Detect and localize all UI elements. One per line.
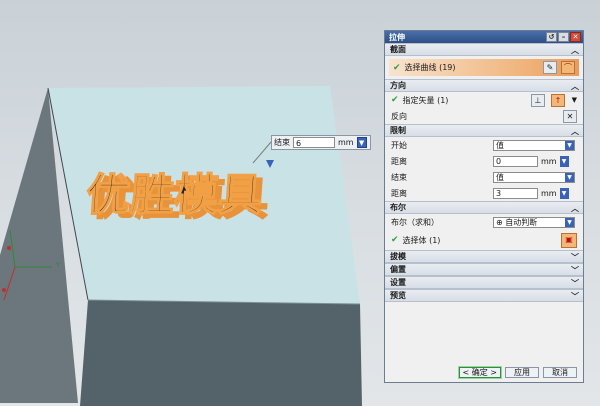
chevron-down-icon[interactable]: ▼ <box>565 217 574 227</box>
chevron-down-icon[interactable]: ▼ <box>572 96 577 104</box>
chevron-down-icon[interactable]: ﹀ <box>571 252 579 263</box>
start-distance-input[interactable]: 0 <box>493 155 538 167</box>
unit-label: mm <box>541 188 557 198</box>
section-header-section[interactable]: 截面 ︿ <box>385 43 583 56</box>
cancel-button[interactable]: 取消 <box>543 366 577 378</box>
select-body-row[interactable]: ✔ 选择体 (1) ▣ <box>385 230 583 250</box>
start-select[interactable]: 值 ▼ <box>493 139 575 151</box>
end-row: 结束 值 ▼ <box>385 169 583 185</box>
chevron-down-icon[interactable]: ▼ <box>565 140 574 150</box>
end-select[interactable]: 值 ▼ <box>493 171 575 183</box>
section-header-limits[interactable]: 限制 ︿ <box>385 124 583 137</box>
float-end-value-input[interactable]: 6 <box>293 137 335 148</box>
specify-vector-label: 指定矢量 (1) <box>402 95 449 105</box>
section-header-boolean[interactable]: 布尔 ︿ <box>385 201 583 214</box>
chevron-down-icon[interactable]: ﹀ <box>571 291 579 302</box>
start-row: 开始 值 ▼ <box>385 137 583 153</box>
boolean-auto-icon: ⊕ <box>496 217 506 227</box>
chevron-down-icon[interactable]: ﹀ <box>571 278 579 289</box>
reverse-label: 反向 <box>391 111 407 121</box>
unit-label: mm <box>541 156 557 166</box>
sketch-icon[interactable]: ✎ <box>543 61 557 74</box>
end-distance-row: 距离 3 mm ▼ <box>385 185 583 201</box>
direction-title: 方向 <box>390 81 406 90</box>
end-distance-float-input[interactable]: 结束 6 mm ▼ <box>271 135 371 150</box>
end-label: 结束 <box>391 172 407 182</box>
chevron-up-icon[interactable]: ︿ <box>571 126 579 137</box>
section-header-offset[interactable]: 偏置 ﹀ <box>385 263 583 276</box>
chevron-down-icon[interactable]: ▼ <box>559 155 569 167</box>
vector-icon[interactable]: ↑ <box>551 93 565 107</box>
chevron-down-icon[interactable]: ▼ <box>356 137 367 148</box>
chevron-up-icon[interactable]: ︿ <box>571 45 579 56</box>
boolean-title: 布尔 <box>390 203 406 212</box>
select-curve-label: 选择曲线 (19) <box>404 63 456 72</box>
minimize-icon[interactable]: – <box>558 32 569 42</box>
select-body-label: 选择体 (1) <box>402 235 441 245</box>
check-icon: ✔ <box>391 235 399 245</box>
curve-select-icon[interactable]: ⌒ <box>561 61 575 74</box>
boolean-label: 布尔（求和） <box>391 217 439 227</box>
check-icon: ✔ <box>393 62 401 73</box>
section-title: 截面 <box>390 45 406 54</box>
chevron-down-icon[interactable]: ▼ <box>565 172 574 182</box>
vector-dialog-icon[interactable]: ⊥ <box>531 93 545 107</box>
check-icon: ✔ <box>391 95 399 105</box>
section-header-draft[interactable]: 拔模 ﹀ <box>385 250 583 263</box>
float-unit-label: mm <box>338 138 354 147</box>
section-header-settings[interactable]: 设置 ﹀ <box>385 276 583 289</box>
chevron-up-icon[interactable]: ︿ <box>571 203 579 214</box>
start-distance-row: 距离 0 mm ▼ <box>385 153 583 169</box>
end-distance-input[interactable]: 3 <box>493 187 538 199</box>
start-label: 开始 <box>391 140 407 150</box>
apply-button[interactable]: 应用 <box>505 366 539 378</box>
end-distance-label: 距离 <box>391 188 407 198</box>
specify-vector-row[interactable]: ✔ 指定矢量 (1) ⊥ ↑ ▼ <box>385 92 583 108</box>
boolean-select[interactable]: ⊕ 自动判断 ▼ <box>493 216 575 228</box>
axis-y-label: Y <box>55 261 61 269</box>
dialog-title: 拉伸 <box>389 32 405 42</box>
block-front-face <box>80 300 362 406</box>
reverse-direction-icon[interactable]: ✕ <box>563 109 577 123</box>
start-distance-label: 距离 <box>391 156 407 166</box>
chevron-down-icon[interactable]: ﹀ <box>571 265 579 276</box>
section-header-preview[interactable]: 预览 ﹀ <box>385 289 583 302</box>
reverse-row: 反向 ✕ <box>385 108 583 124</box>
extruded-text[interactable]: 优胜模具 <box>84 169 265 221</box>
ok-button[interactable]: < 确定 > <box>458 366 501 378</box>
reset-icon[interactable]: ↺ <box>546 32 557 42</box>
limits-title: 限制 <box>390 126 406 135</box>
chevron-down-icon[interactable]: ▼ <box>559 187 569 199</box>
chevron-up-icon[interactable]: ︿ <box>571 81 579 92</box>
dialog-footer: < 确定 > 应用 取消 <box>385 362 583 382</box>
dialog-titlebar[interactable]: 拉伸 ↺ – ✕ <box>385 31 583 43</box>
select-curve-row[interactable]: ✔ 选择曲线 (19) ✎ ⌒ <box>389 59 579 76</box>
float-end-label: 结束 <box>274 138 290 147</box>
boolean-row: 布尔（求和） ⊕ 自动判断 ▼ <box>385 214 583 230</box>
solid-body-icon[interactable]: ▣ <box>561 232 577 248</box>
section-header-direction[interactable]: 方向 ︿ <box>385 79 583 92</box>
close-icon[interactable]: ✕ <box>570 32 581 42</box>
extrude-dialog: 拉伸 ↺ – ✕ 截面 ︿ ✔ 选择曲线 (19) ✎ ⌒ 方向 ︿ ✔ 指定矢… <box>384 30 584 383</box>
